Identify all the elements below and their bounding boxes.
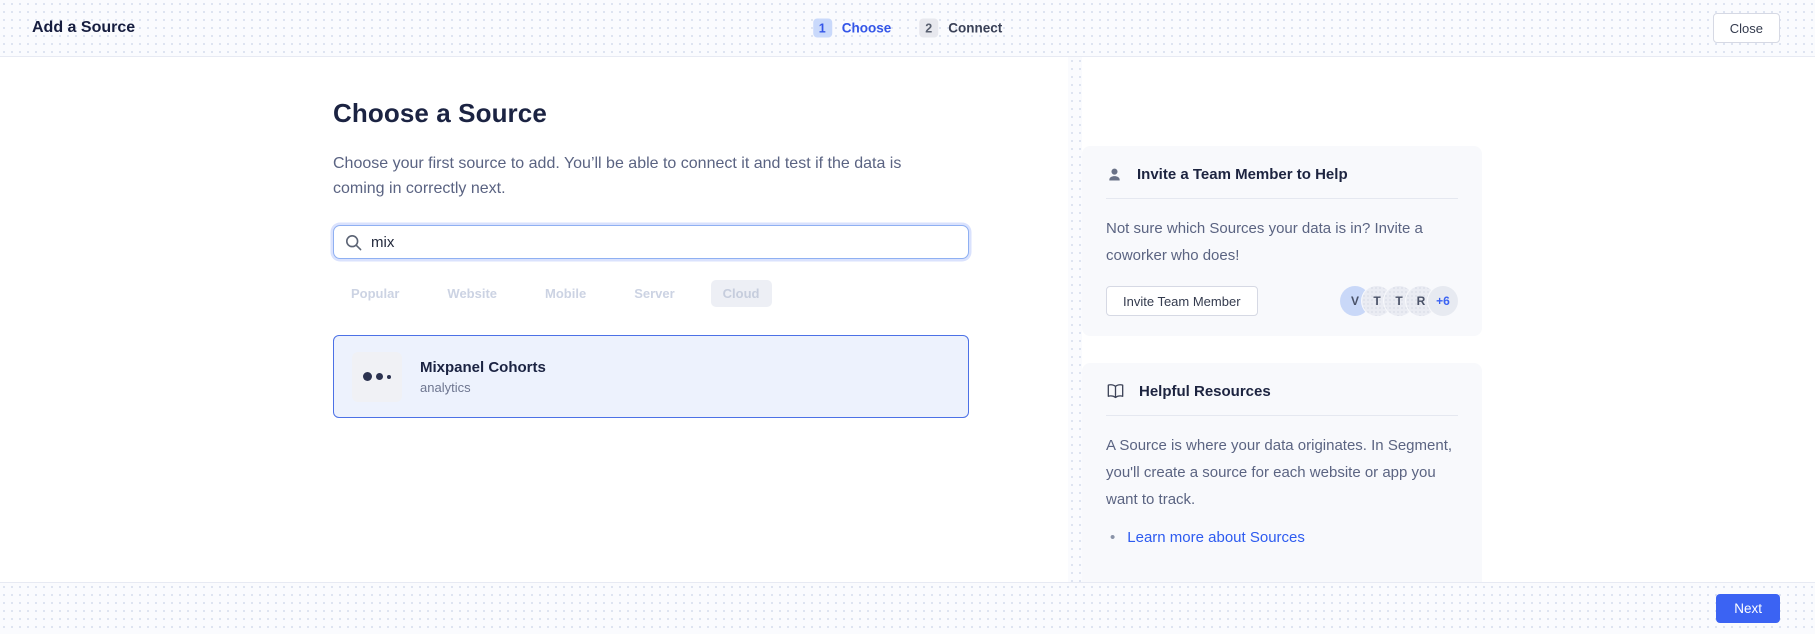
close-button[interactable]: Close [1713,13,1780,43]
main-panel: Choose a Source Choose your first source… [333,57,969,418]
step-connect[interactable]: 2 Connect [919,19,1002,38]
source-result-mixpanel-cohorts[interactable]: Mixpanel Cohorts analytics [333,335,969,418]
divider [1106,415,1458,416]
result-text: Mixpanel Cohorts analytics [420,359,546,395]
tab-cloud[interactable]: Cloud [711,280,772,307]
book-icon [1106,383,1125,400]
top-bar: Add a Source 1 Choose 2 Connect Close [0,0,1815,57]
page-description: Choose your first source to add. You’ll … [333,151,933,201]
magnifier-icon [345,234,362,251]
step-label: Connect [948,21,1002,36]
tab-server[interactable]: Server [622,280,686,307]
invite-team-member-button[interactable]: Invite Team Member [1106,286,1258,316]
step-number-badge: 1 [813,19,832,38]
wizard-stepper: 1 Choose 2 Connect [813,19,1003,38]
avatar-overflow-badge: +6 [1428,286,1458,316]
page-title: Choose a Source [333,98,969,129]
resources-card-title: Helpful Resources [1139,383,1271,400]
source-search-box[interactable] [333,225,969,259]
person-icon [1106,166,1123,183]
tab-mobile[interactable]: Mobile [533,280,598,307]
learn-more-sources-link[interactable]: Learn more about Sources [1127,529,1305,546]
resources-card-header: Helpful Resources [1106,383,1458,400]
resources-card-body: A Source is where your data originates. … [1106,432,1458,513]
step-choose[interactable]: 1 Choose [813,19,892,38]
step-label: Choose [842,21,892,36]
tab-popular[interactable]: Popular [339,280,411,307]
divider [1106,198,1458,199]
team-avatar-stack: V T T R +6 [1340,286,1458,316]
bottom-bar: Next [0,582,1815,634]
result-category: analytics [420,380,546,395]
resources-link-row: • Learn more about Sources [1106,529,1458,546]
helpful-resources-card: Helpful Resources A Source is where your… [1082,363,1482,603]
tab-website[interactable]: Website [435,280,509,307]
window-title: Add a Source [32,19,135,37]
search-input[interactable] [371,234,957,251]
invite-card-header: Invite a Team Member to Help [1106,166,1458,183]
result-title: Mixpanel Cohorts [420,359,546,376]
next-button[interactable]: Next [1716,594,1780,623]
step-number-badge: 2 [919,19,938,38]
panel-divider [1068,57,1082,582]
invite-actions-row: Invite Team Member V T T R +6 [1106,286,1458,316]
category-tabs: Popular Website Mobile Server Cloud [339,280,969,307]
invite-card-body: Not sure which Sources your data is in? … [1106,215,1458,269]
bullet: • [1110,529,1115,546]
mixpanel-dots-logo [352,352,402,402]
invite-card-title: Invite a Team Member to Help [1137,166,1348,183]
invite-team-card: Invite a Team Member to Help Not sure wh… [1082,146,1482,336]
